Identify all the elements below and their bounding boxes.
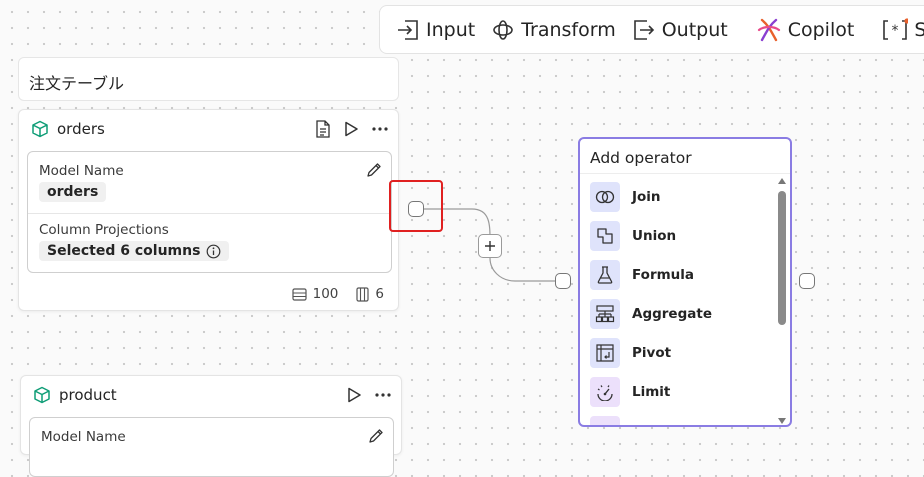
output-button[interactable]: Output	[624, 6, 736, 53]
details-divider	[28, 213, 391, 214]
union-icon	[590, 221, 620, 251]
operator-pivot-label: Pivot	[632, 345, 672, 361]
operator-join-label: Join	[632, 189, 661, 205]
edit-pencil-icon[interactable]	[368, 428, 384, 444]
pivot-icon	[590, 338, 620, 368]
input-button[interactable]: Input	[388, 6, 483, 53]
sql-icon: *	[883, 17, 909, 40]
operator-aggregate-label: Aggregate	[632, 306, 712, 322]
canvas-note[interactable]: 注文テーブル	[18, 57, 399, 101]
add-operator-button[interactable]	[478, 234, 502, 258]
operator-formula[interactable]: Formula	[590, 260, 694, 290]
run-icon[interactable]	[347, 387, 361, 403]
transform-button[interactable]: Transform	[483, 6, 624, 53]
aggregate-icon	[590, 299, 620, 329]
scroll-up-icon[interactable]	[778, 177, 786, 185]
join-icon	[590, 182, 620, 212]
note-title: 注文テーブル	[29, 74, 125, 93]
orders-model-details: Model Name orders Column Projections Sel…	[27, 151, 392, 273]
operator-union-label: Union	[632, 228, 677, 244]
edit-pencil-icon[interactable]	[366, 162, 382, 178]
column-projections-label: Column Projections	[39, 222, 169, 238]
column-count: 6	[375, 286, 384, 302]
model-name-label: Model Name	[39, 163, 124, 179]
panel-divider	[580, 173, 790, 174]
orders-node-stats: 100 6	[292, 286, 384, 302]
input-label: Input	[426, 18, 476, 41]
column-projections-chip[interactable]: Selected 6 columns	[39, 241, 230, 261]
svg-text:*: *	[892, 23, 899, 39]
copilot-icon	[757, 18, 780, 41]
columns-icon	[356, 286, 370, 302]
model-cube-icon	[32, 120, 48, 138]
input-icon	[398, 19, 418, 40]
operator-output-port[interactable]	[799, 273, 815, 289]
rows-icon	[292, 287, 307, 301]
run-icon[interactable]	[344, 121, 358, 137]
scrollbar-thumb[interactable]	[778, 191, 786, 325]
operator-next[interactable]	[590, 416, 620, 425]
operator-formula-label: Formula	[632, 267, 695, 283]
sql-label: SQ	[914, 18, 924, 41]
row-count: 100	[312, 286, 339, 302]
top-toolbar: Input Transform Output Copilot * SQ	[379, 5, 924, 54]
product-node[interactable]: product Model Name	[20, 375, 402, 477]
product-node-title: product	[59, 386, 117, 404]
add-operator-panel: Add operator Join Union Formula Aggregat…	[578, 137, 792, 427]
info-icon[interactable]	[206, 244, 221, 259]
transform-label: Transform	[521, 18, 616, 41]
model-cube-icon	[34, 386, 50, 404]
operator-pivot[interactable]: Pivot	[590, 338, 671, 368]
document-icon[interactable]	[316, 120, 330, 138]
operator-limit[interactable]: Limit	[590, 377, 670, 407]
orders-node-actions	[316, 110, 388, 148]
copilot-button[interactable]: Copilot	[748, 6, 863, 53]
operator-aggregate[interactable]: Aggregate	[590, 299, 712, 329]
scroll-down-icon[interactable]	[778, 417, 786, 425]
product-node-header: product	[21, 376, 401, 414]
operator-scrollbar[interactable]	[778, 177, 786, 425]
model-name-text: orders	[47, 184, 99, 200]
operator-join[interactable]: Join	[590, 182, 661, 212]
output-icon	[633, 19, 654, 40]
transform-icon	[493, 19, 514, 40]
operator-union[interactable]: Union	[590, 221, 676, 251]
limit-icon	[590, 377, 620, 407]
add-operator-title: Add operator	[590, 149, 692, 167]
more-options-icon[interactable]	[375, 392, 391, 398]
orders-node[interactable]: orders Model Name orders Column Projecti…	[18, 109, 399, 311]
operator-next-icon	[590, 416, 620, 425]
operator-input-port[interactable]	[555, 273, 571, 289]
output-label: Output	[661, 18, 728, 41]
model-name-value: orders	[39, 182, 107, 202]
orders-output-port[interactable]	[408, 201, 424, 217]
product-model-details: Model Name	[29, 417, 394, 477]
sql-button[interactable]: * SQ	[874, 6, 924, 53]
operator-limit-label: Limit	[632, 384, 671, 400]
formula-icon	[590, 260, 620, 290]
plus-icon	[485, 241, 495, 251]
more-options-icon[interactable]	[372, 126, 388, 132]
model-name-label: Model Name	[41, 429, 126, 445]
orders-node-title: orders	[57, 120, 105, 138]
copilot-label: Copilot	[787, 18, 855, 41]
column-projections-text: Selected 6 columns	[47, 243, 201, 259]
product-node-actions	[347, 376, 391, 414]
